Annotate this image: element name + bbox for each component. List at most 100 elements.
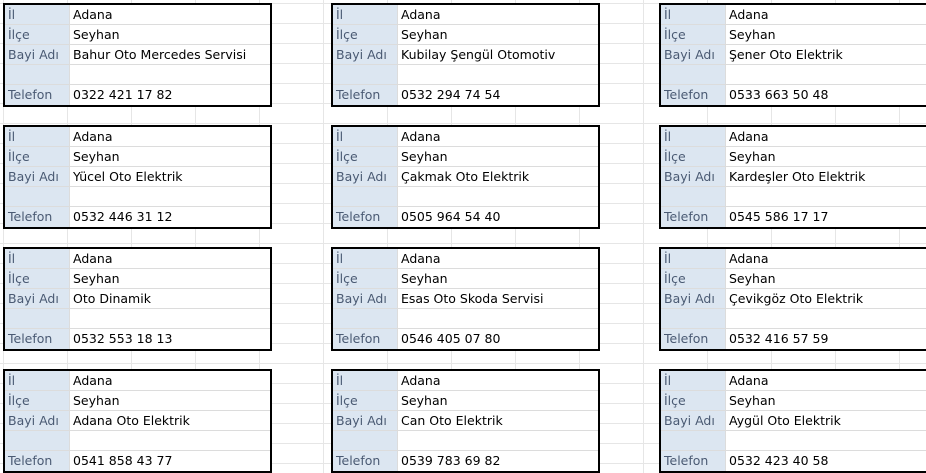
- il-value-cell[interactable]: Adana: [725, 5, 926, 24]
- ilce-value-cell[interactable]: Seyhan: [725, 391, 926, 410]
- telefon-label-cell[interactable]: Telefon: [5, 85, 69, 105]
- il-value-cell[interactable]: Adana: [69, 371, 270, 390]
- telefon-value-cell[interactable]: 0545 586 17 17: [725, 207, 926, 227]
- bayi-adi-label-cell[interactable]: Bayi Adı: [5, 167, 69, 186]
- ilce-value-cell[interactable]: Seyhan: [725, 25, 926, 44]
- bayi-adi-value-cell[interactable]: Can Oto Elektrik: [397, 411, 598, 430]
- bayi-adi-value-cell[interactable]: Kardeşler Oto Elektrik: [725, 167, 926, 186]
- ilce-label-cell[interactable]: İlçe: [661, 147, 725, 166]
- il-label-cell[interactable]: İl: [333, 371, 397, 390]
- telefon-label-cell[interactable]: Telefon: [5, 329, 69, 349]
- bayi-adi-value-cell[interactable]: Esas Oto Skoda Servisi: [397, 289, 598, 308]
- ilce-value-cell[interactable]: Seyhan: [397, 147, 598, 166]
- empty-value-cell[interactable]: [69, 187, 270, 206]
- ilce-label-cell[interactable]: İlçe: [5, 269, 69, 288]
- il-value-cell[interactable]: Adana: [397, 127, 598, 146]
- bayi-adi-value-cell[interactable]: Yücel Oto Elektrik: [69, 167, 270, 186]
- telefon-label-cell[interactable]: Telefon: [333, 85, 397, 105]
- il-value-cell[interactable]: Adana: [397, 5, 598, 24]
- il-label-cell[interactable]: İl: [661, 371, 725, 390]
- telefon-label-cell[interactable]: Telefon: [661, 451, 725, 471]
- telefon-label-cell[interactable]: Telefon: [661, 329, 725, 349]
- bayi-adi-value-cell[interactable]: Adana Oto Elektrik: [69, 411, 270, 430]
- telefon-label-cell[interactable]: Telefon: [661, 85, 725, 105]
- ilce-value-cell[interactable]: Seyhan: [397, 391, 598, 410]
- empty-label-cell[interactable]: [661, 309, 725, 328]
- telefon-value-cell[interactable]: 0533 663 50 48: [725, 85, 926, 105]
- empty-value-cell[interactable]: [725, 431, 926, 450]
- ilce-value-cell[interactable]: Seyhan: [69, 25, 270, 44]
- empty-value-cell[interactable]: [69, 65, 270, 84]
- empty-value-cell[interactable]: [725, 65, 926, 84]
- il-label-cell[interactable]: İl: [5, 249, 69, 268]
- bayi-adi-value-cell[interactable]: Çakmak Oto Elektrik: [397, 167, 598, 186]
- empty-value-cell[interactable]: [69, 431, 270, 450]
- ilce-label-cell[interactable]: İlçe: [333, 391, 397, 410]
- bayi-adi-value-cell[interactable]: Çevikgöz Oto Elektrik: [725, 289, 926, 308]
- ilce-label-cell[interactable]: İlçe: [5, 391, 69, 410]
- empty-value-cell[interactable]: [397, 431, 598, 450]
- bayi-adi-label-cell[interactable]: Bayi Adı: [661, 289, 725, 308]
- empty-label-cell[interactable]: [661, 65, 725, 84]
- ilce-label-cell[interactable]: İlçe: [333, 25, 397, 44]
- telefon-value-cell[interactable]: 0505 964 54 40: [397, 207, 598, 227]
- telefon-value-cell[interactable]: 0532 553 18 13: [69, 329, 270, 349]
- bayi-adi-label-cell[interactable]: Bayi Adı: [5, 411, 69, 430]
- il-label-cell[interactable]: İl: [333, 5, 397, 24]
- telefon-label-cell[interactable]: Telefon: [333, 451, 397, 471]
- ilce-label-cell[interactable]: İlçe: [333, 269, 397, 288]
- il-value-cell[interactable]: Adana: [69, 249, 270, 268]
- il-label-cell[interactable]: İl: [5, 371, 69, 390]
- ilce-label-cell[interactable]: İlçe: [661, 391, 725, 410]
- ilce-value-cell[interactable]: Seyhan: [397, 269, 598, 288]
- empty-label-cell[interactable]: [333, 65, 397, 84]
- telefon-label-cell[interactable]: Telefon: [333, 207, 397, 227]
- empty-value-cell[interactable]: [397, 187, 598, 206]
- telefon-value-cell[interactable]: 0539 783 69 82: [397, 451, 598, 471]
- il-label-cell[interactable]: İl: [5, 127, 69, 146]
- empty-label-cell[interactable]: [661, 187, 725, 206]
- il-label-cell[interactable]: İl: [661, 5, 725, 24]
- bayi-adi-label-cell[interactable]: Bayi Adı: [5, 289, 69, 308]
- telefon-value-cell[interactable]: 0322 421 17 82: [69, 85, 270, 105]
- telefon-label-cell[interactable]: Telefon: [333, 329, 397, 349]
- il-value-cell[interactable]: Adana: [725, 371, 926, 390]
- telefon-label-cell[interactable]: Telefon: [661, 207, 725, 227]
- bayi-adi-label-cell[interactable]: Bayi Adı: [333, 411, 397, 430]
- empty-value-cell[interactable]: [725, 309, 926, 328]
- telefon-value-cell[interactable]: 0532 423 40 58: [725, 451, 926, 471]
- empty-label-cell[interactable]: [5, 65, 69, 84]
- ilce-value-cell[interactable]: Seyhan: [397, 25, 598, 44]
- empty-value-cell[interactable]: [725, 187, 926, 206]
- il-label-cell[interactable]: İl: [661, 249, 725, 268]
- il-label-cell[interactable]: İl: [333, 127, 397, 146]
- empty-value-cell[interactable]: [397, 309, 598, 328]
- bayi-adi-label-cell[interactable]: Bayi Adı: [333, 167, 397, 186]
- bayi-adi-value-cell[interactable]: Kubilay Şengül Otomotiv: [397, 45, 598, 64]
- il-label-cell[interactable]: İl: [333, 249, 397, 268]
- il-value-cell[interactable]: Adana: [725, 127, 926, 146]
- bayi-adi-value-cell[interactable]: Oto Dinamik: [69, 289, 270, 308]
- bayi-adi-value-cell[interactable]: Bahur Oto Mercedes Servisi: [69, 45, 270, 64]
- ilce-value-cell[interactable]: Seyhan: [725, 147, 926, 166]
- telefon-value-cell[interactable]: 0532 416 57 59: [725, 329, 926, 349]
- il-value-cell[interactable]: Adana: [69, 5, 270, 24]
- il-value-cell[interactable]: Adana: [397, 371, 598, 390]
- empty-value-cell[interactable]: [397, 65, 598, 84]
- bayi-adi-label-cell[interactable]: Bayi Adı: [661, 167, 725, 186]
- il-label-cell[interactable]: İl: [661, 127, 725, 146]
- il-label-cell[interactable]: İl: [5, 5, 69, 24]
- ilce-label-cell[interactable]: İlçe: [661, 269, 725, 288]
- ilce-label-cell[interactable]: İlçe: [5, 147, 69, 166]
- il-value-cell[interactable]: Adana: [397, 249, 598, 268]
- empty-label-cell[interactable]: [333, 309, 397, 328]
- il-value-cell[interactable]: Adana: [725, 249, 926, 268]
- il-value-cell[interactable]: Adana: [69, 127, 270, 146]
- empty-label-cell[interactable]: [661, 431, 725, 450]
- bayi-adi-label-cell[interactable]: Bayi Adı: [661, 45, 725, 64]
- empty-label-cell[interactable]: [333, 431, 397, 450]
- empty-label-cell[interactable]: [5, 431, 69, 450]
- telefon-label-cell[interactable]: Telefon: [5, 451, 69, 471]
- bayi-adi-value-cell[interactable]: Şener Oto Elektrik: [725, 45, 926, 64]
- ilce-value-cell[interactable]: Seyhan: [69, 269, 270, 288]
